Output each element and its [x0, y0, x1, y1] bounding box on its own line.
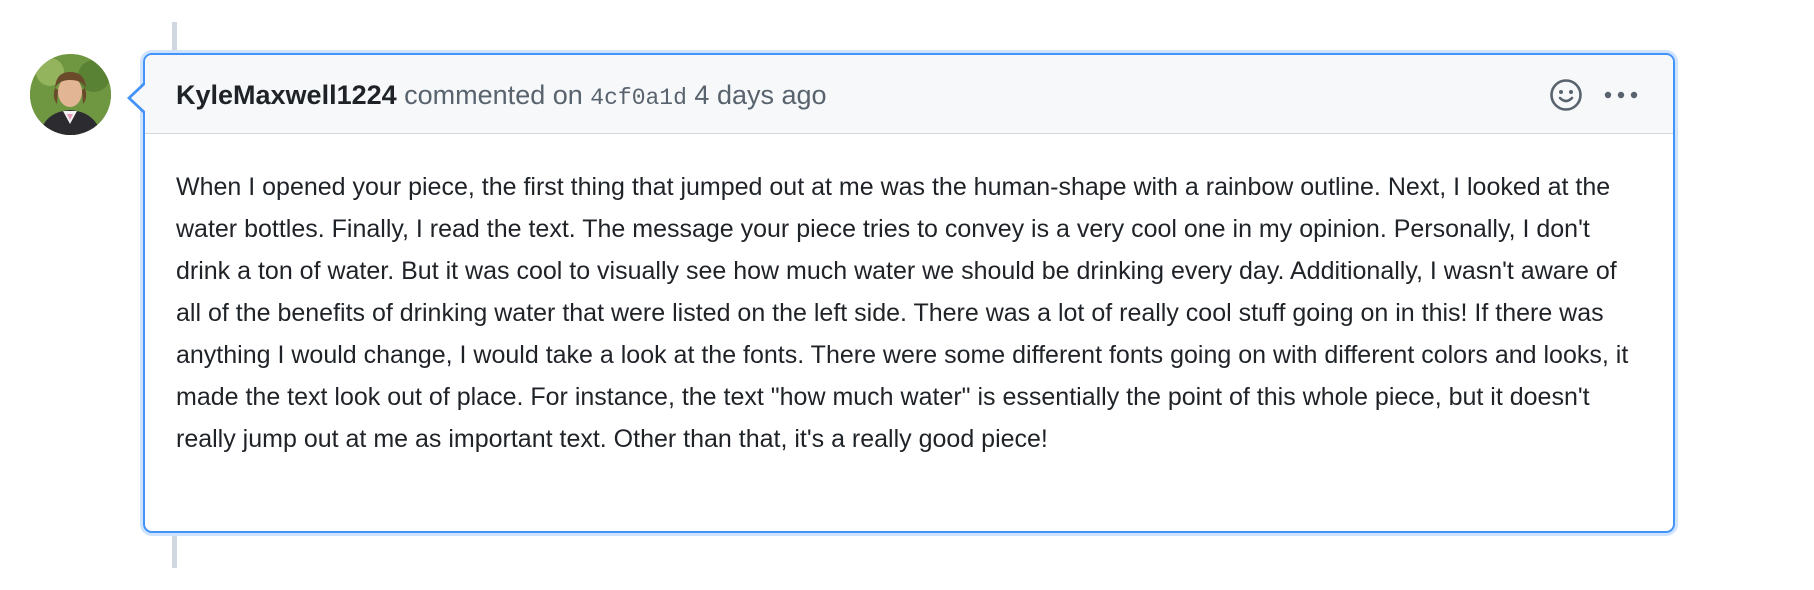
comment-header: KyleMaxwell1224 commented on 4cf0a1d 4 d… — [145, 55, 1673, 134]
timestamp-link[interactable]: 4 days ago — [694, 80, 826, 110]
comment-body: When I opened your piece, the first thin… — [176, 173, 1629, 453]
comment-card: KyleMaxwell1224 commented on 4cf0a1d 4 d… — [127, 53, 1675, 533]
smiley-icon — [1550, 79, 1582, 111]
comment-options-button[interactable] — [1600, 77, 1642, 113]
action-text: commented on — [404, 80, 583, 110]
comment-meta: KyleMaxwell1224 commented on 4cf0a1d 4 d… — [176, 79, 827, 114]
commit-link[interactable]: 4cf0a1d — [590, 85, 687, 111]
add-reaction-button[interactable] — [1548, 77, 1584, 113]
kebab-horizontal-icon — [1604, 91, 1638, 99]
author-link[interactable]: KyleMaxwell1224 — [176, 80, 397, 110]
author-avatar[interactable] — [30, 54, 111, 135]
